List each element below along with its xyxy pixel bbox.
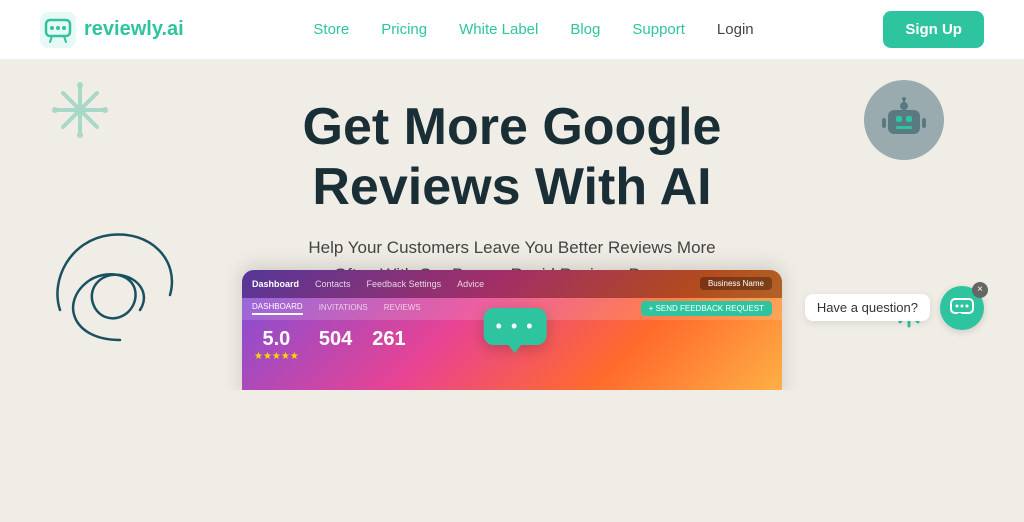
dash-subtab-dashboard[interactable]: DASHBOARD	[252, 302, 303, 315]
logo[interactable]: reviewly.ai	[40, 12, 184, 48]
dash-stat-count2: 261	[372, 328, 405, 351]
dash-stat-count1: 504	[319, 328, 352, 351]
deco-snowflake-topleft	[50, 80, 110, 149]
chat-close-button[interactable]: ×	[972, 282, 988, 298]
dash-tab-contacts[interactable]: Contacts	[315, 279, 351, 289]
hero-title: Get More Google Reviews With AI	[303, 98, 722, 218]
dashboard-top-bar: Dashboard Contacts Feedback Settings Adv…	[242, 270, 782, 298]
chat-bubble-icon	[950, 298, 974, 318]
chat-widget[interactable]: Have a question? ×	[805, 286, 984, 330]
dash-tab-feedback-settings[interactable]: Feedback Settings	[367, 279, 442, 289]
chat-bubble-button[interactable]: ×	[940, 286, 984, 330]
nav-item-support[interactable]: Support	[632, 21, 685, 39]
stat-stars: ★★★★★	[254, 351, 299, 362]
business-badge: Business Name	[700, 277, 772, 290]
nav-item-white-label[interactable]: White Label	[459, 21, 538, 39]
logo-icon	[40, 12, 76, 48]
deco-robot-icon	[864, 80, 944, 160]
nav-item-store[interactable]: Store	[313, 21, 349, 39]
chat-label: Have a question?	[805, 294, 930, 321]
nav-links: Store Pricing White Label Blog Support L…	[313, 21, 753, 39]
dash-tab-advice[interactable]: Advice	[457, 279, 484, 289]
dash-stat-rating: 5.0 ★★★★★	[254, 328, 299, 362]
feedback-dots: • • •	[496, 316, 535, 336]
navbar: reviewly.ai Store Pricing White Label Bl…	[0, 0, 1024, 60]
hero-section: Get More Google Reviews With AI Help You…	[0, 60, 1024, 390]
dash-tab-dashboard[interactable]: Dashboard	[252, 279, 299, 289]
dash-subtab-invitations[interactable]: INVITATIONS	[319, 303, 368, 314]
dash-subtab-reviews[interactable]: REVIEWS	[384, 303, 421, 314]
nav-item-login[interactable]: Login	[717, 21, 754, 39]
dashboard-preview: Dashboard Contacts Feedback Settings Adv…	[242, 270, 782, 390]
feedback-popup: • • •	[484, 308, 547, 345]
send-feedback-button[interactable]: + SEND FEEDBACK REQUEST	[641, 301, 772, 316]
stat-value-rating: 5.0	[254, 328, 299, 351]
logo-text: reviewly.ai	[84, 18, 184, 41]
stat-value-count2: 261	[372, 328, 405, 351]
signup-button[interactable]: Sign Up	[883, 11, 984, 48]
robot-svg	[880, 96, 928, 144]
nav-item-pricing[interactable]: Pricing	[381, 21, 427, 39]
nav-item-blog[interactable]: Blog	[570, 21, 600, 39]
stat-value-count1: 504	[319, 328, 352, 351]
deco-spiral	[40, 220, 200, 360]
feedback-popup-tail	[507, 343, 523, 353]
